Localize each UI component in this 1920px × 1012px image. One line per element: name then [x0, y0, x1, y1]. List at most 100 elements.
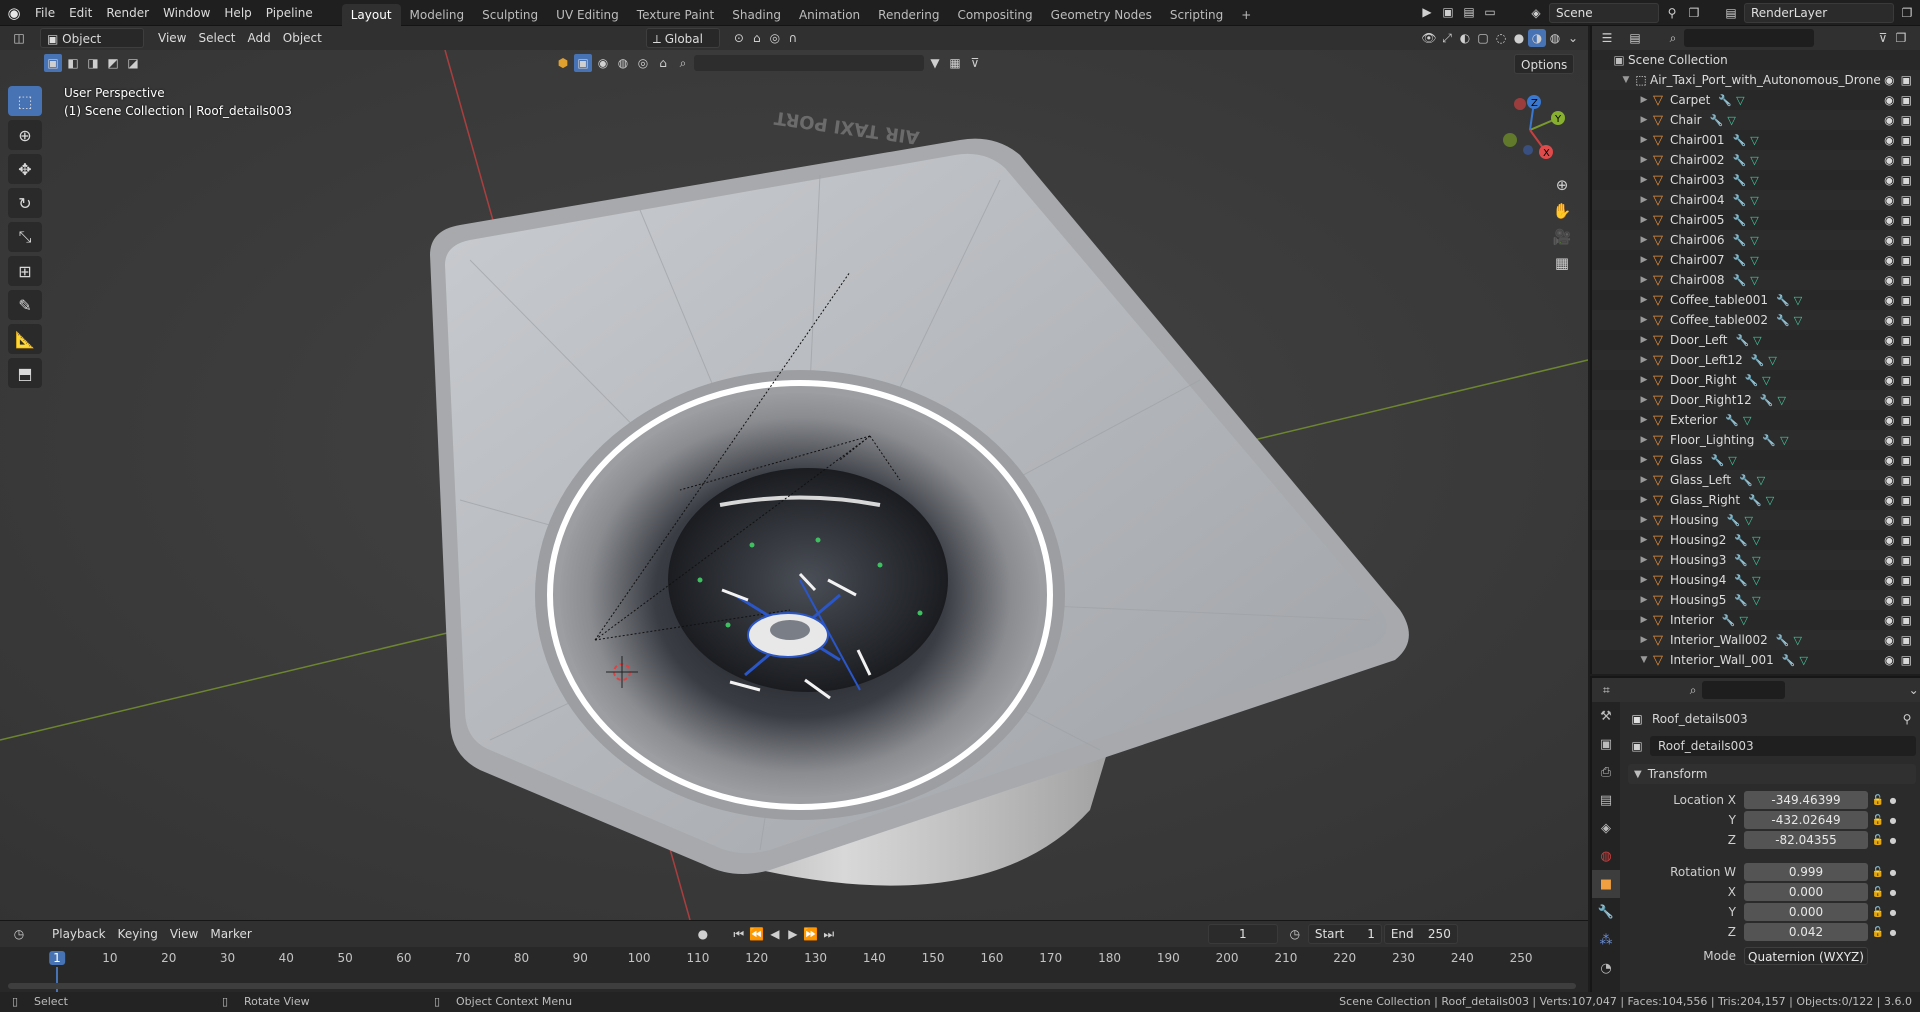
expand-right-icon[interactable]: ▶: [1638, 555, 1650, 565]
mesh-data-icon[interactable]: ▽: [1752, 574, 1760, 587]
collection-filter-icon[interactable]: ⬢: [554, 54, 572, 72]
rotation-mode-dropdown[interactable]: Quaternion (WXYZ): [1744, 947, 1868, 965]
world-tab-icon[interactable]: ◍: [1592, 842, 1620, 870]
playhead-line[interactable]: [56, 967, 58, 993]
menu-marker[interactable]: Marker: [204, 924, 257, 944]
lock-icon[interactable]: 🔓: [1868, 835, 1888, 846]
menu-window[interactable]: Window: [156, 0, 217, 26]
mesh-data-icon[interactable]: ▽: [1750, 214, 1758, 227]
modifier-wrench-icon[interactable]: 🔧: [1748, 494, 1762, 507]
expand-right-icon[interactable]: ▶: [1638, 575, 1650, 585]
expand-right-icon[interactable]: ▶: [1638, 315, 1650, 325]
move-tool-icon[interactable]: ✥: [8, 154, 42, 184]
tab-animation[interactable]: Animation: [790, 4, 869, 26]
view-layer-tab-icon[interactable]: ▤: [1592, 786, 1620, 814]
camera-icon[interactable]: ▣: [1901, 133, 1912, 147]
expand-right-icon[interactable]: ▶: [1638, 475, 1650, 485]
eye-icon[interactable]: ◉: [1884, 273, 1894, 287]
modifier-wrench-icon[interactable]: 🔧: [1725, 414, 1739, 427]
expand-right-icon[interactable]: ▶: [1638, 235, 1650, 245]
keyframe-dot-icon[interactable]: ●: [1888, 868, 1898, 877]
tab-shading[interactable]: Shading: [723, 4, 790, 26]
menu-file[interactable]: File: [28, 0, 62, 26]
modifier-wrench-icon[interactable]: 🔧: [1776, 294, 1790, 307]
mesh-data-icon[interactable]: ▽: [1768, 354, 1776, 367]
visibility-icon[interactable]: 👁: [1420, 29, 1438, 47]
material-filter-icon[interactable]: ◉: [594, 54, 612, 72]
outliner-item-row[interactable]: ▶ ▽ Floor_Lighting 🔧 ▽ ◉ ▣: [1592, 430, 1920, 450]
tab-rendering[interactable]: Rendering: [869, 4, 948, 26]
camera-icon[interactable]: ▣: [1901, 393, 1912, 407]
mesh-data-icon[interactable]: ▽: [1800, 654, 1808, 667]
outliner-item-row[interactable]: ▶ ▽ Glass_Left 🔧 ▽ ◉ ▣: [1592, 470, 1920, 490]
expand-right-icon[interactable]: ▶: [1638, 495, 1650, 505]
tab-geometry-nodes[interactable]: Geometry Nodes: [1042, 4, 1161, 26]
render-tab-icon[interactable]: ▣: [1592, 730, 1620, 758]
outliner-item-row[interactable]: ▶ ▽ Exterior 🔧 ▽ ◉ ▣: [1592, 410, 1920, 430]
expand-right-icon[interactable]: ▶: [1638, 355, 1650, 365]
outliner-item-row[interactable]: ▶ ▽ Housing2 🔧 ▽ ◉ ▣: [1592, 530, 1920, 550]
outliner-item-row[interactable]: ▶ ▽ Glass_Right 🔧 ▽ ◉ ▣: [1592, 490, 1920, 510]
eye-icon[interactable]: ◉: [1884, 133, 1894, 147]
expand-right-icon[interactable]: ▶: [1638, 295, 1650, 305]
filter-icon[interactable]: ⊽: [1874, 29, 1892, 47]
modifier-wrench-icon[interactable]: 🔧: [1739, 474, 1753, 487]
modifier-wrench-icon[interactable]: 🔧: [1760, 394, 1774, 407]
outliner-search-input[interactable]: [1684, 29, 1814, 47]
camera-icon[interactable]: ▣: [1901, 533, 1912, 547]
expand-right-icon[interactable]: ▶: [1638, 595, 1650, 605]
camera-icon[interactable]: ▣: [1901, 453, 1912, 467]
lock-icon[interactable]: 🔓: [1868, 795, 1888, 806]
modifier-tab-icon[interactable]: 🔧: [1592, 898, 1620, 926]
display-mode-icon[interactable]: ▤: [1626, 29, 1644, 47]
timeline-editor-icon[interactable]: ◷: [10, 925, 28, 943]
eye-icon[interactable]: ◉: [1884, 333, 1894, 347]
new-collection-icon[interactable]: ❐: [1892, 29, 1910, 47]
eye-icon[interactable]: ◉: [1884, 573, 1894, 587]
mesh-data-icon[interactable]: ▽: [1750, 134, 1758, 147]
eye-icon[interactable]: ◉: [1884, 173, 1894, 187]
expand-right-icon[interactable]: ▶: [1638, 395, 1650, 405]
modifier-wrench-icon[interactable]: 🔧: [1734, 574, 1748, 587]
modifier-wrench-icon[interactable]: 🔧: [1733, 154, 1747, 167]
modifier-wrench-icon[interactable]: 🔧: [1744, 374, 1758, 387]
modifier-wrench-icon[interactable]: 🔧: [1722, 614, 1736, 627]
lock-icon[interactable]: 🔓: [1868, 867, 1888, 878]
outliner-item-row[interactable]: ▼ ▽ Interior_Wall_001 🔧 ▽ ◉ ▣: [1592, 650, 1920, 670]
navigation-gizmo[interactable]: Y Z X: [1490, 90, 1570, 170]
viewlayer-name-field[interactable]: RenderLayer: [1744, 3, 1894, 23]
tab-compositing[interactable]: Compositing: [948, 4, 1041, 26]
outliner-item-row[interactable]: ▶ ▽ Glass 🔧 ▽ ◉ ▣: [1592, 450, 1920, 470]
expand-right-icon[interactable]: ▶: [1638, 455, 1650, 465]
clock-icon[interactable]: ◷: [1286, 925, 1304, 943]
tab-sculpting[interactable]: Sculpting: [473, 4, 547, 26]
modifier-wrench-icon[interactable]: 🔧: [1733, 134, 1747, 147]
brush-filter-icon[interactable]: ⌂: [654, 54, 672, 72]
mesh-data-icon[interactable]: ▽: [1750, 274, 1758, 287]
expand-right-icon[interactable]: ▶: [1638, 115, 1650, 125]
menu-add[interactable]: Add: [242, 28, 277, 48]
mesh-data-icon[interactable]: ▽: [1743, 414, 1751, 427]
expand-right-icon[interactable]: ▶: [1638, 515, 1650, 525]
mesh-data-icon[interactable]: ▽: [1736, 94, 1744, 107]
tab-texture-paint[interactable]: Texture Paint: [628, 4, 723, 26]
select-new-icon[interactable]: ▣: [44, 54, 62, 72]
mesh-data-icon[interactable]: ▽: [1757, 474, 1765, 487]
eye-icon[interactable]: ◉: [1884, 253, 1894, 267]
object-filter-icon[interactable]: ▣: [574, 54, 592, 72]
camera-icon[interactable]: ▣: [1901, 73, 1912, 87]
wireframe-shading-icon[interactable]: ◌: [1492, 29, 1510, 47]
scene-icon[interactable]: ◈: [1527, 4, 1545, 22]
current-frame-marker[interactable]: 1: [49, 951, 65, 965]
mesh-data-icon[interactable]: ▽: [1794, 314, 1802, 327]
mesh-data-icon[interactable]: ▽: [1752, 534, 1760, 547]
mesh-data-icon[interactable]: ▽: [1762, 374, 1770, 387]
camera-icon[interactable]: ▣: [1901, 173, 1912, 187]
eye-icon[interactable]: ◉: [1884, 313, 1894, 327]
mesh-data-icon[interactable]: ▽: [1750, 254, 1758, 267]
tab-uv-editing[interactable]: UV Editing: [547, 4, 628, 26]
modifier-wrench-icon[interactable]: 🔧: [1782, 654, 1796, 667]
tab-modeling[interactable]: Modeling: [401, 4, 474, 26]
modifier-wrench-icon[interactable]: 🔧: [1710, 114, 1724, 127]
proportional-edit-icon[interactable]: ◎: [766, 29, 784, 47]
